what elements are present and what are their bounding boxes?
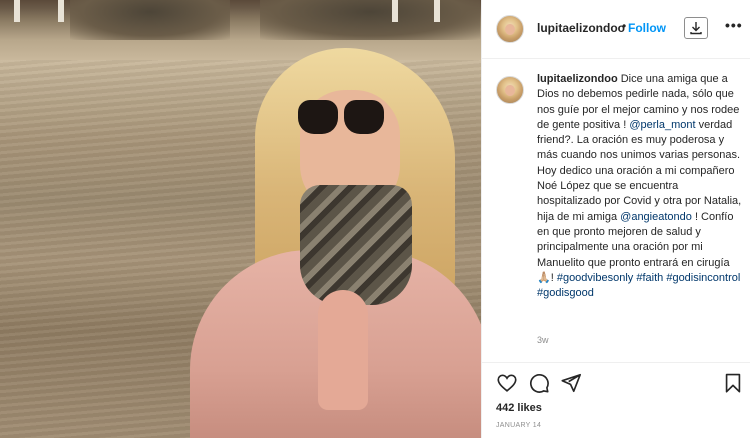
post-sidebar: lupitaelizondoo • Follow ••• lupitaelizo… bbox=[481, 0, 750, 438]
post-photo[interactable] bbox=[0, 0, 481, 438]
caption-text: lupitaelizondoo Dice una amiga que a Dio… bbox=[537, 72, 745, 301]
follow-button[interactable]: Follow bbox=[628, 21, 666, 35]
post-date[interactable]: JANUARY 14 bbox=[496, 422, 541, 429]
background-shrubs-right bbox=[260, 0, 480, 40]
comment-time[interactable]: 3w bbox=[537, 335, 549, 345]
likes-count[interactable]: 442 likes bbox=[496, 402, 542, 414]
hashtag-link[interactable]: #goodvibesonly bbox=[557, 272, 633, 284]
caption-part: verdad friend?. La oración es muy podero… bbox=[537, 118, 742, 223]
bookmark-icon[interactable] bbox=[722, 372, 744, 394]
header-username[interactable]: lupitaelizondoo bbox=[537, 21, 625, 35]
avatar[interactable] bbox=[496, 15, 524, 43]
caption-username[interactable]: lupitaelizondoo bbox=[537, 73, 618, 85]
sunglasses bbox=[298, 100, 384, 136]
comment-icon[interactable] bbox=[528, 372, 550, 394]
background-post bbox=[434, 0, 440, 22]
download-icon bbox=[690, 22, 702, 35]
background-post bbox=[392, 0, 398, 22]
more-options-button[interactable]: ••• bbox=[725, 17, 743, 33]
share-icon[interactable] bbox=[560, 372, 582, 394]
post-actions: 442 likes JANUARY 14 bbox=[482, 362, 750, 438]
heart-icon[interactable] bbox=[496, 372, 518, 394]
background-shrubs bbox=[70, 0, 230, 40]
hashtag-link[interactable]: #faith bbox=[636, 272, 663, 284]
avatar[interactable] bbox=[496, 76, 524, 104]
praying-hands-emoji: 🙏🏼 bbox=[537, 271, 551, 284]
background-post bbox=[58, 0, 64, 22]
hashtag-link[interactable]: #godisincontrol bbox=[666, 272, 740, 284]
post-header: lupitaelizondoo • Follow ••• bbox=[482, 0, 750, 59]
woman-scarf bbox=[300, 185, 412, 305]
mention-link[interactable]: @angieatondo bbox=[620, 211, 692, 223]
praying-hands bbox=[318, 290, 368, 410]
mention-link[interactable]: @perla_mont bbox=[629, 119, 695, 131]
download-button[interactable] bbox=[684, 17, 708, 39]
background-post bbox=[14, 0, 20, 22]
hashtag-link[interactable]: #godisgood bbox=[537, 287, 594, 299]
instagram-post: lupitaelizondoo • Follow ••• lupitaelizo… bbox=[0, 0, 750, 438]
separator-dot: • bbox=[622, 19, 627, 33]
